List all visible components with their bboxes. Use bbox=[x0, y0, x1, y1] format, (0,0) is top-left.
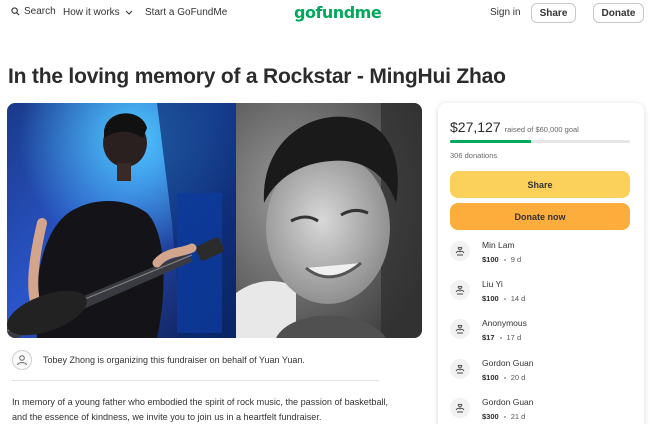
donor-item: Anonymous $17 17 d bbox=[450, 318, 527, 342]
donor-amount: $17 bbox=[482, 333, 495, 342]
search-icon bbox=[11, 7, 20, 16]
chevron-down-icon bbox=[125, 10, 133, 15]
donor-amount: $100 bbox=[482, 294, 499, 303]
donation-hands-icon bbox=[450, 319, 470, 339]
donor-amount: $300 bbox=[482, 412, 499, 421]
campaign-photo-portrait bbox=[236, 103, 422, 338]
donor-amount: $100 bbox=[482, 373, 499, 382]
donation-card: $27,127 raised of $60,000 goal 306 donat… bbox=[438, 103, 644, 424]
donation-hands-icon bbox=[450, 280, 470, 300]
nav-search-label: Search bbox=[24, 6, 56, 17]
card-share-button[interactable]: Share bbox=[450, 171, 630, 198]
page-title: In the loving memory of a Rockstar - Min… bbox=[8, 65, 506, 88]
progress-fill bbox=[450, 140, 532, 143]
donation-hands-icon bbox=[450, 241, 470, 261]
site-header: Search How it works Start a GoFundMe gof… bbox=[0, 0, 650, 28]
donor-item: Gordon Guan $100 20 d bbox=[450, 358, 534, 382]
donor-time: 14 d bbox=[510, 294, 526, 303]
progress-bar bbox=[450, 140, 630, 143]
nav-start-fundraiser[interactable]: Start a GoFundMe bbox=[145, 7, 227, 18]
donor-time: 9 d bbox=[510, 255, 522, 264]
organizer-row: Tobey Zhong is organizing this fundraise… bbox=[12, 350, 305, 370]
card-donate-button[interactable]: Donate now bbox=[450, 203, 630, 230]
donor-time: 20 d bbox=[510, 373, 526, 382]
donor-name: Min Lam bbox=[482, 240, 515, 250]
goal-text: raised of $60,000 goal bbox=[504, 125, 579, 134]
donor-item: Gordon Guan $300 21 d bbox=[450, 397, 534, 421]
raised-amount: $27,127 bbox=[450, 119, 501, 135]
gofundme-logo[interactable]: gofundme bbox=[294, 3, 382, 22]
donor-name: Gordon Guan bbox=[482, 358, 534, 368]
raised-summary: $27,127 raised of $60,000 goal bbox=[450, 119, 579, 135]
donor-name: Liu Yi bbox=[482, 279, 503, 289]
donor-time: 21 d bbox=[510, 412, 526, 421]
nav-how-it-works[interactable]: How it works bbox=[63, 7, 133, 18]
organizer-text: Tobey Zhong is organizing this fundraise… bbox=[43, 355, 305, 365]
nav-search[interactable]: Search bbox=[11, 6, 56, 17]
donor-item: Min Lam $100 9 d bbox=[450, 240, 521, 264]
section-divider bbox=[12, 380, 379, 381]
signin-link[interactable]: Sign in bbox=[490, 7, 521, 18]
donation-hands-icon bbox=[450, 359, 470, 379]
donor-item: Liu Yi $100 14 d bbox=[450, 279, 525, 303]
nav-how-label: How it works bbox=[63, 7, 120, 18]
header-donate-button[interactable]: Donate bbox=[593, 3, 644, 23]
header-share-button[interactable]: Share bbox=[531, 3, 576, 23]
donor-amount: $100 bbox=[482, 255, 499, 264]
campaign-story: In memory of a young father who embodied… bbox=[12, 397, 389, 422]
donor-name: Gordon Guan bbox=[482, 397, 534, 407]
user-icon bbox=[12, 350, 32, 370]
donation-hands-icon bbox=[450, 398, 470, 418]
donor-name: Anonymous bbox=[482, 318, 527, 328]
donor-time: 17 d bbox=[506, 333, 522, 342]
donations-count: 306 donations bbox=[450, 151, 498, 160]
campaign-photo-guitarist bbox=[7, 103, 236, 338]
